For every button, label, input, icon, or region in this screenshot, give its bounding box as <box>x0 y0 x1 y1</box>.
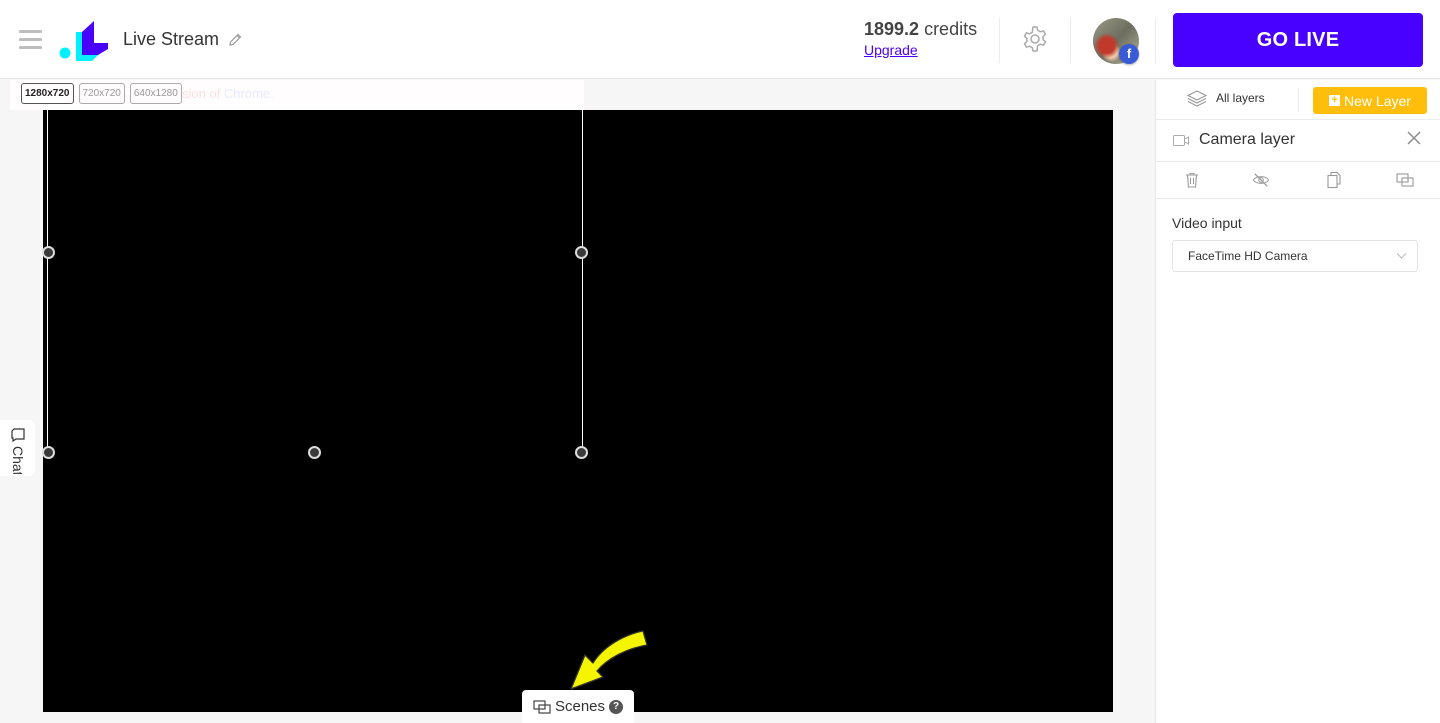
app-logo[interactable] <box>58 19 110 61</box>
video-input-label: Video input <box>1172 215 1242 231</box>
credits-text: 1899.2 credits <box>864 19 977 40</box>
new-layer-label: New Layer <box>1344 92 1411 109</box>
credits-amount: 1899.2 <box>864 19 920 39</box>
resize-handle-right-mid[interactable] <box>575 246 588 259</box>
video-input-select[interactable]: FaceTime HD Camera <box>1172 240 1418 272</box>
resize-handle-bottom-mid[interactable] <box>308 446 321 459</box>
all-layers-button[interactable]: All layers <box>1186 89 1265 107</box>
chat-icon <box>11 428 25 442</box>
stream-title-group: Live Stream <box>123 29 243 50</box>
header-divider <box>1155 18 1156 63</box>
chat-label: Chat <box>10 446 26 474</box>
upgrade-link[interactable]: Upgrade <box>864 42 977 58</box>
gear-icon[interactable] <box>1020 24 1050 54</box>
camera-icon <box>1173 135 1189 146</box>
panel-toolbar: All layers + New Layer <box>1156 80 1440 120</box>
layer-header: Camera layer <box>1156 120 1440 162</box>
copy-icon[interactable] <box>1325 171 1343 189</box>
credits-unit: credits <box>919 19 978 39</box>
layers-icon <box>1186 90 1208 107</box>
close-icon[interactable] <box>1407 131 1421 145</box>
layer-tools <box>1156 162 1440 199</box>
selection-edge-left <box>47 110 48 452</box>
stage-area: sion of Chrome. 1280x720 720x720 640x128… <box>0 80 1155 723</box>
resize-handle-bottom-left[interactable] <box>42 446 55 459</box>
resize-handle-bottom-right[interactable] <box>575 446 588 459</box>
plus-icon: + <box>1329 95 1341 106</box>
trash-icon[interactable] <box>1183 171 1201 189</box>
header-divider <box>999 18 1000 63</box>
panel-divider <box>1298 88 1299 112</box>
banner-text: sion of Chrome. <box>182 86 274 101</box>
all-layers-label: All layers <box>1216 91 1265 105</box>
layers-panel: All layers + New Layer Camera layer Vide… <box>1155 80 1440 723</box>
stream-title[interactable]: Live Stream <box>123 29 219 50</box>
chrome-link[interactable]: Chrome. <box>224 86 274 101</box>
credits-block: 1899.2 credits Upgrade <box>864 19 977 58</box>
new-layer-button[interactable]: + New Layer <box>1313 87 1427 114</box>
resolution-tab-640x1280[interactable]: 640x1280 <box>129 83 182 104</box>
layer-title: Camera layer <box>1199 131 1296 148</box>
facebook-badge-icon: f <box>1119 44 1139 64</box>
chevron-down-icon <box>1396 253 1407 259</box>
header-divider <box>1070 18 1071 63</box>
selection-edge-right <box>582 110 583 452</box>
banner-message: sion of <box>182 86 224 101</box>
browser-warning-banner: sion of Chrome. 1280x720 720x720 640x128… <box>10 80 584 110</box>
chat-tab[interactable]: Chat <box>0 420 35 476</box>
hamburger-icon[interactable] <box>19 30 42 50</box>
video-input-value: FaceTime HD Camera <box>1188 249 1308 263</box>
resize-handle-left-mid[interactable] <box>42 246 55 259</box>
pencil-icon[interactable] <box>227 32 243 48</box>
resolution-tabs: 1280x720 720x720 640x1280 <box>21 83 182 104</box>
help-icon[interactable]: ? <box>609 699 624 714</box>
scenes-icon <box>533 699 551 714</box>
resolution-tab-720x720[interactable]: 720x720 <box>78 83 125 104</box>
scenes-label: Scenes <box>554 698 606 715</box>
stream-canvas[interactable] <box>42 110 1113 712</box>
eye-off-icon[interactable] <box>1252 171 1270 189</box>
scenes-icon[interactable] <box>1396 171 1414 189</box>
scenes-button[interactable]: Scenes ? <box>522 690 634 723</box>
app-root: Live Stream 1899.2 credits Upgrade f GO … <box>0 0 1440 723</box>
top-header: Live Stream 1899.2 credits Upgrade f GO … <box>0 0 1440 79</box>
resolution-tab-1280x720[interactable]: 1280x720 <box>21 83 74 104</box>
go-live-button[interactable]: GO LIVE <box>1173 13 1423 67</box>
yellow-arrow-icon <box>570 630 648 690</box>
